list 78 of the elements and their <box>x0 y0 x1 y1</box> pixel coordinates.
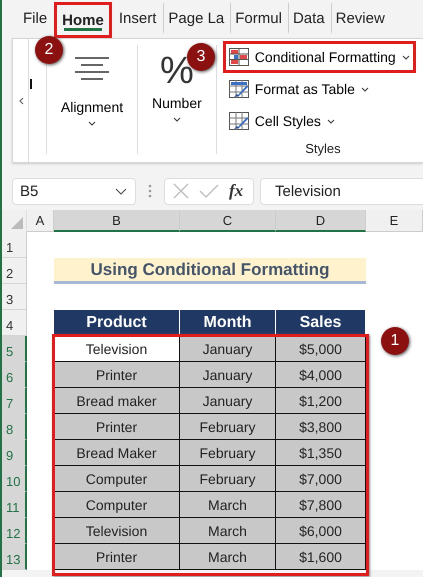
check-icon[interactable] <box>199 184 219 198</box>
table-cell: March <box>180 492 276 518</box>
ribbon-tab[interactable]: Page La <box>163 2 230 34</box>
table-cell: Printer <box>54 544 180 570</box>
table-brush-icon <box>228 112 249 130</box>
table-cell: Computer <box>54 466 180 492</box>
select-all-icon[interactable] <box>11 217 23 229</box>
table-cell: $1,350 <box>276 440 366 466</box>
formula-field[interactable]: Television <box>260 178 423 204</box>
table-cell: $5,000 <box>276 336 366 362</box>
drag-handle-icon[interactable] <box>148 184 152 198</box>
row-header[interactable]: 3 <box>2 284 27 310</box>
table-header-cell: Month <box>180 310 276 336</box>
ribbon-tab[interactable]: Insert <box>112 2 164 34</box>
cancel-icon[interactable] <box>173 183 189 199</box>
caret-icon <box>88 121 96 126</box>
row-header[interactable]: 1 <box>2 232 27 258</box>
table-cell: $6,000 <box>276 518 366 544</box>
table-cell: $1,600 <box>276 544 366 570</box>
chevron-left-icon[interactable] <box>18 96 24 104</box>
table-cell: $1,200 <box>276 388 366 414</box>
caret-icon <box>360 86 369 92</box>
ribbon-command[interactable]: Format as Table <box>222 73 375 105</box>
row-header[interactable]: 13 <box>2 544 27 570</box>
column-header[interactable]: B <box>54 210 180 232</box>
table-header-cell: Sales <box>276 310 366 336</box>
row-header[interactable]: 5 <box>2 336 27 362</box>
ribbon-tab[interactable]: Data <box>288 2 331 34</box>
row-header[interactable]: 6 <box>2 362 27 388</box>
row-header[interactable]: 4 <box>2 310 27 336</box>
align-lines-icon <box>74 57 110 83</box>
caret-icon <box>402 54 410 60</box>
table-cell: March <box>180 518 276 544</box>
table-cell: January <box>180 388 276 414</box>
table-cell: Television <box>54 336 180 362</box>
caret-icon <box>172 117 181 122</box>
table-cell: Television <box>54 518 180 544</box>
table-cell: Printer <box>54 362 180 388</box>
ribbon-tab[interactable]: Review <box>330 2 391 34</box>
dropdown-icon[interactable] <box>115 188 127 194</box>
table-cell: February <box>180 440 276 466</box>
table-cell: $3,800 <box>276 414 366 440</box>
caret-icon <box>326 118 335 124</box>
row-header[interactable]: 9 <box>2 440 27 466</box>
table-cell: Bread maker <box>54 388 180 414</box>
group-label: Styles <box>305 141 341 156</box>
table-cell: January <box>180 336 276 362</box>
table-cell: $7,800 <box>276 492 366 518</box>
row-header[interactable]: 12 <box>2 518 27 544</box>
row-header[interactable]: 2 <box>2 258 27 284</box>
ribbon-tab[interactable]: Formul <box>230 2 288 34</box>
table-cell: $7,000 <box>276 466 366 492</box>
name-box[interactable]: B5 <box>12 178 136 204</box>
ribbon-tab[interactable]: Home <box>54 2 112 38</box>
table-cell: January <box>180 362 276 388</box>
ribbon-command[interactable]: Conditional Formatting <box>222 41 416 73</box>
table-cell: $4,000 <box>276 362 366 388</box>
sheet-title: Using Conditional Formatting <box>54 258 366 284</box>
table-cell: February <box>180 466 276 492</box>
row-header[interactable]: 8 <box>2 414 27 440</box>
column-header[interactable]: A <box>27 210 54 232</box>
table-cell: Printer <box>54 414 180 440</box>
ribbon-command[interactable]: Cell Styles <box>222 105 341 137</box>
column-header[interactable]: E <box>366 210 423 232</box>
grid-highlight-icon <box>228 48 249 66</box>
table-cell: Computer <box>54 492 180 518</box>
insert-function-button[interactable]: fx <box>229 181 244 201</box>
row-header[interactable]: 11 <box>2 492 27 518</box>
column-header[interactable]: C <box>180 210 276 232</box>
table-cell: March <box>180 544 276 570</box>
table-header-cell: Product <box>54 310 180 336</box>
table-cell: February <box>180 414 276 440</box>
table-brush-icon <box>228 80 249 98</box>
row-header[interactable]: 7 <box>2 388 27 414</box>
column-header[interactable]: D <box>276 210 366 232</box>
row-header[interactable]: 10 <box>2 466 27 492</box>
table-cell: Bread Maker <box>54 440 180 466</box>
ribbon-tab[interactable]: File <box>16 2 54 34</box>
